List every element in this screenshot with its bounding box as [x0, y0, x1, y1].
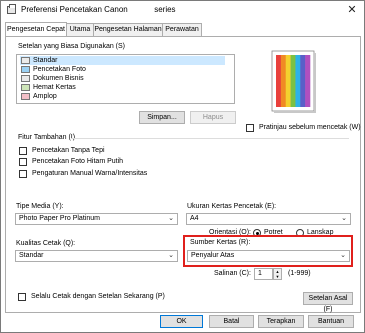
save-button[interactable]: Simpan... [139, 111, 185, 124]
preview-color-stripe [300, 55, 306, 107]
title-bar: Preferensi Pencetakan Canon series ✕ [1, 1, 364, 19]
printer-icon [7, 4, 16, 14]
media-type-label: Tipe Media (Y): [16, 203, 64, 210]
preview-color-stripe [290, 55, 296, 107]
ok-button[interactable]: OK [160, 315, 203, 328]
preview-color-stripe [276, 55, 282, 107]
apply-button[interactable]: Terapkan [258, 315, 304, 328]
paper-source-value: Penyalur Atas [191, 252, 235, 259]
print-quality-value: Standar [19, 252, 44, 259]
paper-size-label: Ukuran Kertas Pencetak (E): [187, 203, 277, 210]
list-item-label: Standar [33, 57, 58, 64]
close-icon[interactable]: ✕ [344, 3, 360, 17]
borderless-label: Pencetakan Tanpa Tepi [32, 147, 105, 154]
chevron-down-icon: ⌄ [168, 215, 174, 222]
list-item[interactable]: Standar [20, 56, 225, 65]
preview-checkbox[interactable] [246, 124, 254, 132]
list-item[interactable]: Dokumen Bisnis [20, 74, 225, 83]
common-settings-label: Setelan yang Biasa Digunakan (S) [18, 43, 126, 50]
copies-range: (1-999) [288, 270, 311, 277]
additional-features-label: Fitur Tambahan (I) [18, 134, 76, 141]
tab-page-setup[interactable]: Pengesetan Halaman [93, 23, 163, 36]
list-item[interactable]: Hemat Kertas [20, 83, 225, 92]
always-print-checkbox[interactable] [18, 293, 26, 301]
copies-input[interactable]: 1 [254, 268, 273, 280]
chevron-down-icon: ⌄ [341, 215, 347, 222]
group-divider [71, 138, 349, 139]
paper-saving-icon [21, 84, 30, 91]
tab-main[interactable]: Utama [66, 23, 94, 36]
document-icon [21, 75, 30, 82]
spin-down-icon[interactable]: ▼ [274, 274, 281, 279]
paper-size-value: A4 [190, 215, 199, 222]
preview-color-stripe [295, 55, 301, 107]
tab-maintenance[interactable]: Perawatan [162, 23, 202, 36]
list-item-label: Hemat Kertas [33, 84, 76, 91]
paper-source-label: Sumber Kertas (R): [190, 239, 251, 246]
paper-source-select[interactable]: Penyalur Atas ⌄ [187, 250, 350, 262]
manual-color-label: Pengaturan Manual Warna/Intensitas [32, 170, 148, 177]
window-title-suffix: series [154, 5, 176, 14]
manual-color-checkbox[interactable] [19, 170, 27, 178]
grayscale-photo-label: Pencetakan Foto Hitam Putih [32, 158, 124, 165]
tab-quick-setup[interactable]: Pengesetan Cepat [5, 22, 67, 36]
always-print-label: Selalu Cetak dengan Setelan Sekarang (P) [31, 293, 165, 300]
chevron-down-icon: ⌄ [168, 252, 174, 259]
grayscale-photo-checkbox[interactable] [19, 158, 27, 166]
preview-color-stripe [285, 55, 291, 107]
copies-stepper[interactable]: ▲ ▼ [273, 268, 282, 280]
preview-color-stripe [305, 55, 311, 107]
print-quality-label: Kualitas Cetak (Q): [16, 240, 76, 247]
window-title-main: Preferensi Pencetakan Canon [21, 5, 128, 14]
common-settings-list[interactable]: Standar Pencetakan Foto Dokumen Bisnis H… [16, 54, 235, 104]
preview-label: Pratinjau sebelum mencetak (W) [259, 124, 361, 131]
list-item-label: Amplop [33, 93, 57, 100]
paper-size-select[interactable]: A4 ⌄ [186, 213, 351, 225]
window-title: Preferensi Pencetakan Canon series [21, 5, 176, 14]
list-item-label: Pencetakan Foto [33, 66, 86, 73]
chevron-down-icon: ⌄ [340, 252, 346, 259]
cancel-button[interactable]: Batal [209, 315, 254, 328]
media-type-value: Photo Paper Pro Platinum [19, 215, 100, 222]
media-type-select[interactable]: Photo Paper Pro Platinum ⌄ [15, 213, 178, 225]
print-quality-select[interactable]: Standar ⌄ [15, 250, 178, 262]
borderless-checkbox[interactable] [19, 147, 27, 155]
list-item[interactable]: Pencetakan Foto [20, 65, 225, 74]
standard-icon [21, 57, 30, 64]
defaults-button[interactable]: Setelan Asal (F) [303, 292, 353, 313]
copies-label: Salinan (C): [214, 270, 251, 277]
list-item[interactable]: Amplop [20, 92, 225, 101]
page-preview [271, 50, 316, 113]
list-item-label: Dokumen Bisnis [33, 75, 84, 82]
delete-button[interactable]: Hapus [190, 111, 236, 124]
envelope-icon [21, 93, 30, 100]
photo-icon [21, 66, 30, 73]
printing-preferences-window: Preferensi Pencetakan Canon series ✕ Pen… [0, 0, 365, 333]
preview-color-stripe [280, 55, 287, 107]
help-button[interactable]: Bantuan [308, 315, 354, 328]
